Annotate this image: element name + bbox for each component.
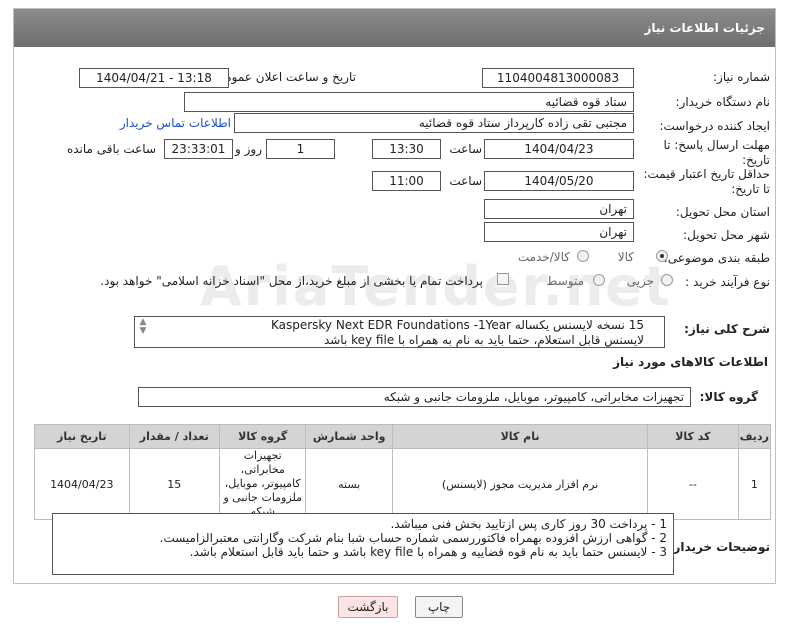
cell-date: 1404/04/23: [34, 448, 130, 520]
category-goods-label: کالا: [617, 250, 634, 264]
remaining-label: ساعت باقی مانده: [66, 142, 156, 156]
category-goods-service-label: کالا/خدمت: [517, 250, 570, 264]
reply-time-field: 13:30: [372, 139, 441, 159]
col-name: نام کالا: [391, 424, 649, 449]
reply-deadline-label: مهلت ارسال پاسخ: تا تاریخ:: [663, 138, 770, 167]
cell-unit: بسته: [305, 448, 393, 520]
col-unit: واحد شمارش: [305, 424, 393, 449]
buyer-org-field: ستاد قوه قضائیه: [184, 92, 634, 112]
price-date-field: 1404/05/20: [484, 171, 634, 191]
cell-qty: 15: [128, 448, 221, 520]
process-medium-radio[interactable]: [593, 274, 605, 286]
panel-title: جزئیات اطلاعات نیاز: [14, 9, 775, 47]
remaining-time-field: 23:33:01: [164, 139, 233, 159]
announce-label: تاریخ و ساعت اعلان عمومی:: [211, 70, 356, 84]
col-row: ردیف: [737, 424, 772, 449]
price-validity-label: حداقل تاریخ اعتبار قیمت: تا تاریخ:: [643, 167, 770, 196]
announce-field: 1404/04/21 - 13:18: [79, 68, 229, 88]
col-code: کد کالا: [647, 424, 739, 449]
city-field: تهران: [484, 222, 634, 242]
desc-scroll-arrows[interactable]: ▲ ▼: [138, 318, 148, 344]
cell-code: --: [647, 448, 739, 520]
cell-group: تجهیزات مخابراتی، کامپیوتر، موبایل، ملزو…: [218, 448, 307, 520]
back-button[interactable]: بازگشت: [338, 596, 398, 618]
desc-label: شرح کلی نیاز:: [684, 322, 770, 336]
category-goods-radio[interactable]: [656, 250, 668, 262]
price-time-label: ساعت: [449, 174, 482, 188]
cell-row: 1: [737, 448, 772, 520]
province-label: استان محل تحویل:: [675, 205, 770, 219]
col-date: تاریخ نیاز: [34, 424, 130, 449]
process-label: نوع فرآیند خرید :: [685, 275, 770, 289]
col-group: گروه کالا: [218, 424, 307, 449]
category-goods-service-radio[interactable]: [577, 250, 589, 262]
desc-textarea[interactable]: 15 نسخه لایسنس یکساله Kaspersky Next EDR…: [134, 316, 665, 348]
notes-label: توضیحات خریدار:: [668, 540, 770, 554]
desc-line-2: لایسنس قابل استعلام، حتما باید به نام به…: [323, 333, 644, 347]
notes-textarea[interactable]: 1 - پرداخت 30 روز کاری پس ازتایید بخش فن…: [52, 513, 674, 575]
goods-group-label: گروه کالا:: [699, 390, 758, 404]
need-number-label: شماره نیاز:: [713, 70, 770, 84]
payment-note: پرداخت تمام یا بخشی از مبلغ خرید،از محل …: [100, 274, 483, 288]
price-time-field: 11:00: [372, 171, 441, 191]
notes-line-1: 1 - پرداخت 30 روز کاری پس ازتایید بخش فن…: [390, 517, 667, 531]
reply-time-label: ساعت: [449, 142, 482, 156]
reply-date-field: 1404/04/23: [484, 139, 634, 159]
print-button[interactable]: چاپ: [415, 596, 463, 618]
process-small-radio[interactable]: [661, 274, 673, 286]
need-number-field: 1104004813000083: [482, 68, 634, 88]
creator-label: ایجاد کننده درخواست:: [659, 119, 770, 133]
notes-line-3: 3 - لایسنس حتما باید به نام قوه قضاییه و…: [189, 545, 667, 559]
treasury-checkbox[interactable]: [497, 273, 509, 285]
category-label: طبقه بندی موضوعی:: [663, 251, 770, 265]
items-table: ردیف کد کالا نام کالا واحد شمارش گروه کا…: [34, 424, 772, 520]
table-header-row: ردیف کد کالا نام کالا واحد شمارش گروه کا…: [34, 424, 772, 449]
creator-field: مجتبی تقی زاده کارپرداز ستاد قوه قضائیه: [234, 113, 634, 133]
cell-name: نرم افزار مدیریت مجوز (لایسنس): [391, 448, 649, 520]
days-label: روز و: [235, 142, 262, 156]
notes-line-2: 2 - گواهی ارزش افزوده بهمراه فاکتوررسمی …: [159, 531, 667, 545]
city-label: شهر محل تحویل:: [683, 228, 770, 242]
col-qty: تعداد / مقدار: [128, 424, 221, 449]
province-field: تهران: [484, 199, 634, 219]
process-small-label: جزیی: [626, 274, 654, 288]
desc-line-1: 15 نسخه لایسنس یکساله Kaspersky Next EDR…: [270, 318, 644, 332]
days-field: 1: [266, 139, 335, 159]
table-row: 1 -- نرم افزار مدیریت مجوز (لایسنس) بسته…: [34, 448, 772, 520]
buyer-org-label: نام دستگاه خریدار:: [675, 95, 771, 109]
buyer-contact-link[interactable]: اطلاعات تماس خریدار: [120, 116, 231, 130]
process-medium-label: متوسط: [546, 274, 584, 288]
goods-group-field: تجهیزات مخابراتی، کامپیوتر، موبایل، ملزو…: [138, 387, 691, 407]
items-title: اطلاعات کالاهای مورد نیاز: [613, 355, 768, 369]
